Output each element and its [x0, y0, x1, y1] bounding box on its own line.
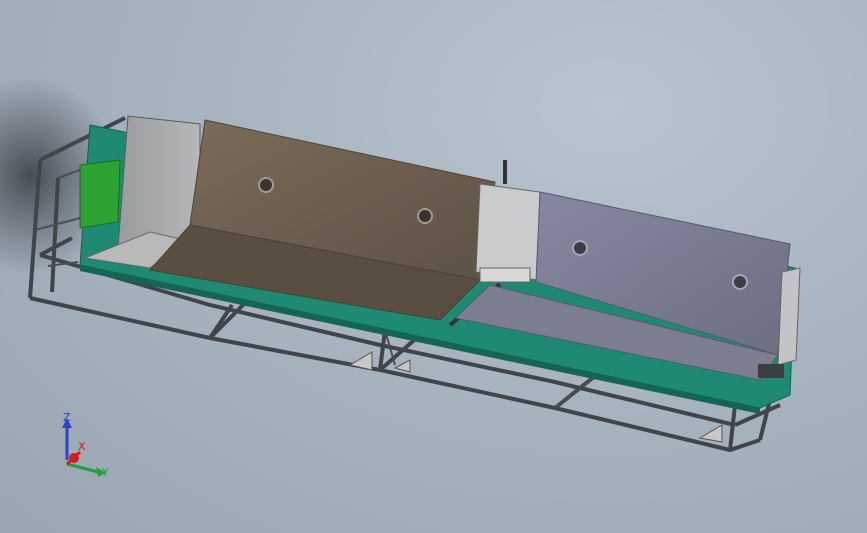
port-hole: [258, 177, 274, 193]
right-connector: [758, 364, 784, 378]
port-hole: [572, 240, 588, 256]
z-axis-label: Z: [63, 412, 71, 424]
machine-assembly-model[interactable]: [0, 0, 867, 533]
x-axis-label: X: [78, 440, 86, 453]
port-hole: [417, 208, 433, 224]
junction-box: [475, 183, 541, 281]
gusset-plate: [348, 351, 373, 371]
x-axis-ball: [69, 453, 79, 463]
y-axis-label: Y: [101, 466, 109, 479]
gusset-plate: [393, 359, 411, 373]
orientation-triad[interactable]: Z Y X: [50, 412, 120, 482]
gusset-plate: [698, 424, 723, 443]
y-axis-arrow: [66, 462, 99, 474]
green-pcb-board: [79, 159, 121, 229]
junction-box-connector: [479, 267, 531, 283]
port-hole: [732, 274, 748, 290]
cad-viewport[interactable]: Z Y X: [0, 0, 867, 533]
right-end-cap: [777, 267, 801, 366]
